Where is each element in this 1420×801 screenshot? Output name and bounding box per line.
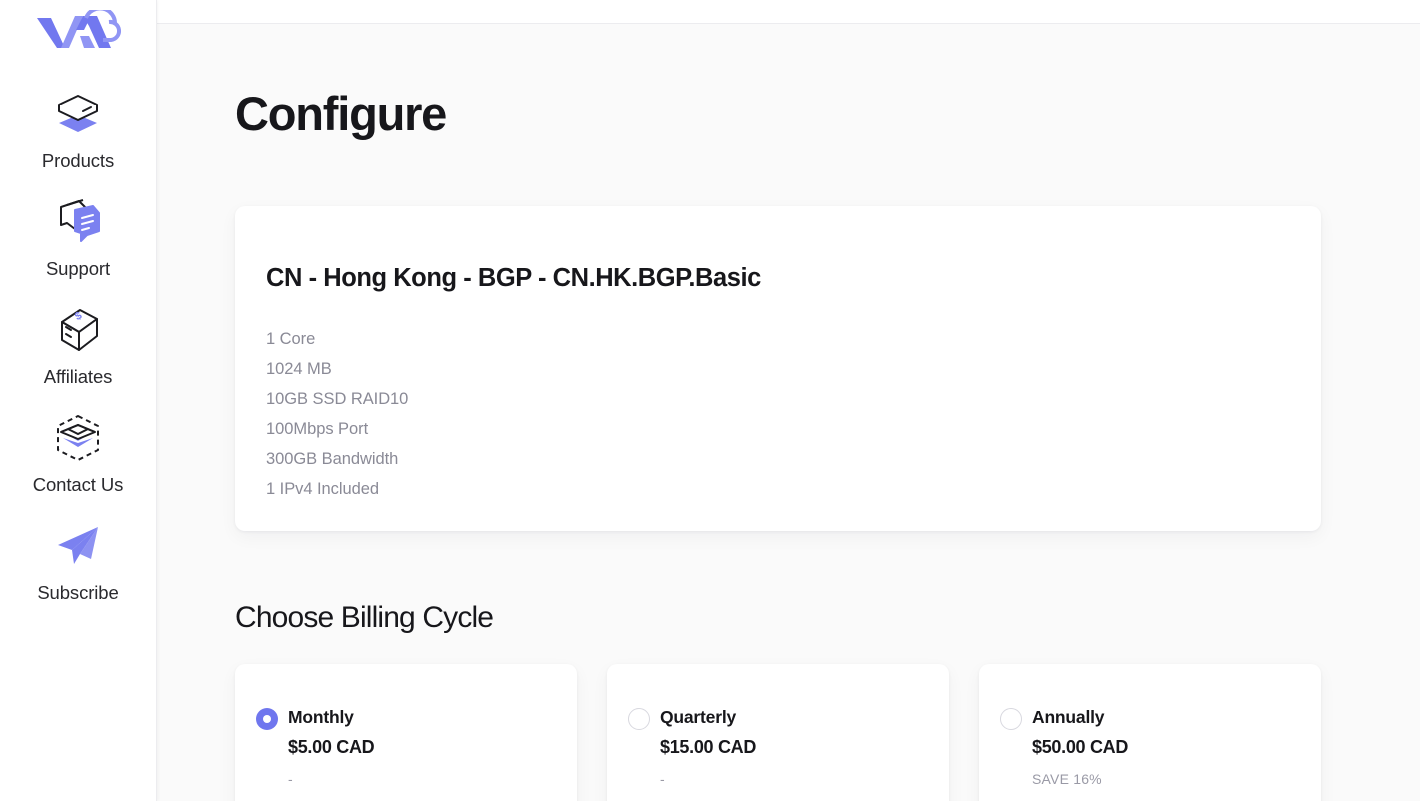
- cycle-name: Annually: [1032, 707, 1105, 727]
- spec-item: 100Mbps Port: [266, 420, 369, 438]
- cycle-name: Quarterly: [660, 707, 737, 727]
- product-spec-list: 1 Core 1024 MB 10GB SSD RAID10 100Mbps P…: [266, 324, 408, 504]
- sidebar-item-label: Products: [41, 150, 115, 171]
- sidebar-item-label: Subscribe: [37, 582, 119, 603]
- main-area: Configure CN - Hong Kong - BGP - CN.HK.B…: [157, 0, 1420, 801]
- paper-plane-icon: [47, 515, 109, 577]
- billing-cycle-option-monthly[interactable]: Monthly $5.00 CAD -: [235, 664, 577, 801]
- cycle-note: SAVE 16%: [1032, 771, 1102, 787]
- sidebar-item-products[interactable]: Products: [0, 83, 156, 172]
- sidebar-item-label: Contact Us: [32, 474, 124, 495]
- sidebar-item-subscribe[interactable]: Subscribe: [0, 515, 156, 604]
- money-box-icon: $: [47, 299, 109, 361]
- cycle-note: -: [288, 771, 293, 787]
- radio-monthly[interactable]: [256, 708, 278, 730]
- billing-cycle-option-quarterly[interactable]: Quarterly $15.00 CAD -: [607, 664, 949, 801]
- spec-item: 1 Core: [266, 330, 316, 348]
- chat-bubbles-icon: [47, 191, 109, 253]
- top-header-bar: [157, 0, 1420, 24]
- billing-cycle-option-annually[interactable]: Annually $50.00 CAD SAVE 16%: [979, 664, 1321, 801]
- box-layers-icon: [47, 83, 109, 145]
- cycle-name: Monthly: [288, 707, 354, 727]
- page-content: Configure CN - Hong Kong - BGP - CN.HK.B…: [157, 24, 1420, 801]
- sidebar-item-support[interactable]: Support: [0, 191, 156, 280]
- sidebar-item-label: Support: [45, 258, 111, 279]
- billing-cycle-options: Monthly $5.00 CAD - Quarterly $15.00 CAD…: [235, 664, 1321, 801]
- cycle-price: $15.00 CAD: [660, 737, 757, 757]
- sidebar-item-contact-us[interactable]: Contact Us: [0, 407, 156, 496]
- cycle-note: -: [660, 771, 665, 787]
- brand-logo[interactable]: [0, 2, 156, 64]
- spec-item: 1024 MB: [266, 360, 332, 378]
- layered-envelope-icon: [47, 407, 109, 469]
- product-name: CN - Hong Kong - BGP - CN.HK.BGP.Basic: [266, 264, 761, 292]
- radio-quarterly[interactable]: [628, 708, 650, 730]
- product-summary-card: CN - Hong Kong - BGP - CN.HK.BGP.Basic 1…: [235, 206, 1321, 531]
- cycle-price: $5.00 CAD: [288, 737, 375, 757]
- sidebar: Products Support $ Affiliates Contact Us…: [0, 0, 157, 801]
- billing-cycle-heading: Choose Billing Cycle: [235, 601, 494, 634]
- radio-annually[interactable]: [1000, 708, 1022, 730]
- app-root: Products Support $ Affiliates Contact Us…: [0, 0, 1420, 801]
- page-title: Configure: [235, 87, 447, 140]
- spec-item: 1 IPv4 Included: [266, 480, 379, 498]
- sidebar-item-label: Affiliates: [43, 366, 113, 387]
- cycle-price: $50.00 CAD: [1032, 737, 1129, 757]
- sidebar-item-affiliates[interactable]: $ Affiliates: [0, 299, 156, 388]
- spec-item: 300GB Bandwidth: [266, 450, 399, 468]
- spec-item: 10GB SSD RAID10: [266, 390, 409, 408]
- va-cloud-logo-icon: [37, 10, 121, 48]
